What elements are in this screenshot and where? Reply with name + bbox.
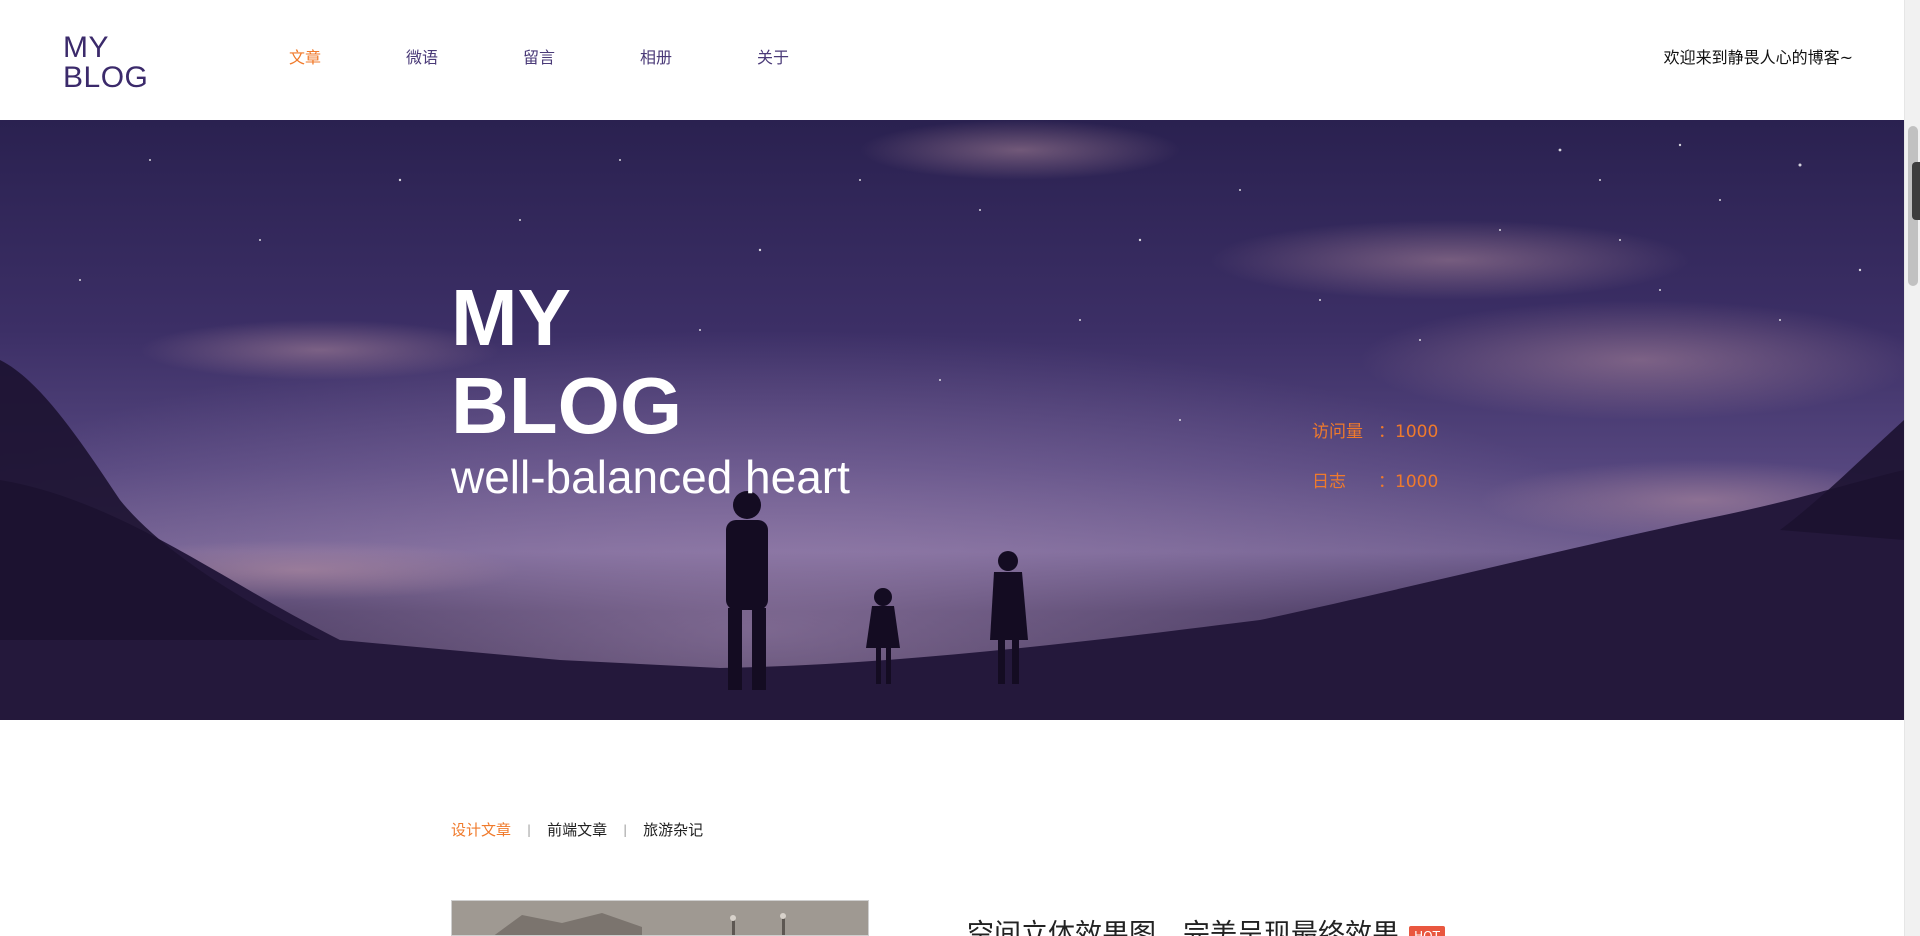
tab-separator: | [623, 823, 628, 837]
welcome-text: 欢迎来到静畏人心的博客~ [1663, 48, 1853, 67]
logo-line-1: MY [63, 31, 109, 64]
page-scrollbar[interactable] [1904, 0, 1920, 936]
nav-item-articles[interactable]: 文章 [289, 48, 406, 68]
stat-value: ：1000 [1378, 472, 1439, 492]
tab-travel-notes[interactable]: 旅游杂记 [643, 820, 703, 840]
stat-visits: 访问量 ：1000 [1312, 420, 1438, 470]
article-title-text: 空间立体效果图，完美呈现最终效果 [967, 919, 1399, 936]
stat-posts: 日志 ：1000 [1312, 470, 1438, 520]
article-title[interactable]: 空间立体效果图，完美呈现最终效果 HOT [967, 918, 1445, 936]
stat-label: 日志 [1312, 472, 1346, 492]
nav-item-messages[interactable]: 留言 [523, 48, 640, 68]
main-nav: 文章 微语 留言 相册 关于 [289, 48, 874, 68]
nav-item-about[interactable]: 关于 [757, 48, 874, 68]
stat-value: ：1000 [1378, 422, 1439, 442]
tab-frontend-articles[interactable]: 前端文章 [547, 820, 607, 840]
nav-item-micro-posts[interactable]: 微语 [406, 48, 523, 68]
category-tabs: 设计文章 | 前端文章 | 旅游杂记 [451, 820, 703, 840]
hot-badge: HOT [1409, 925, 1445, 936]
logo-line-2: BLOG [63, 61, 149, 94]
hero-banner: MY BLOG well-balanced heart 访问量 ：1000 日志… [0, 120, 1904, 720]
article-thumbnail-image [452, 901, 868, 935]
hero-background-image [0, 120, 1904, 720]
hero-title-line-2: BLOG [451, 361, 683, 450]
site-header: MY BLOG 文章 微语 留言 相册 关于 欢迎来到静畏人心的博客~ [0, 0, 1904, 120]
site-stats: 访问量 ：1000 日志 ：1000 [1312, 420, 1438, 520]
hero-subtitle: well-balanced heart [451, 451, 850, 503]
article-thumbnail[interactable] [451, 900, 869, 936]
site-logo[interactable]: MY BLOG [63, 33, 148, 93]
stat-label: 访问量 [1312, 422, 1363, 442]
hero-title-line-1: MY [451, 273, 571, 362]
hero-title: MY BLOG [451, 274, 682, 450]
side-handle[interactable] [1912, 162, 1920, 220]
nav-item-album[interactable]: 相册 [640, 48, 757, 68]
tab-design-articles[interactable]: 设计文章 [451, 820, 511, 840]
tab-separator: | [527, 823, 532, 837]
